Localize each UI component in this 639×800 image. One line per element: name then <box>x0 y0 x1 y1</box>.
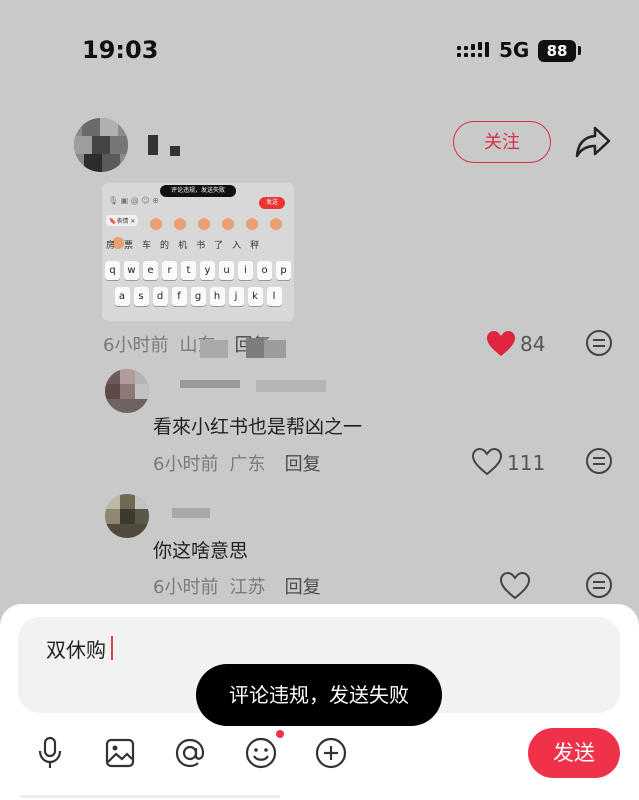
candidate-char: 的 <box>160 241 179 251</box>
send-button[interactable]: 发送 <box>528 728 620 778</box>
network-type: 5G <box>499 38 530 62</box>
comment-input-value[interactable]: 双休购 <box>46 634 106 663</box>
emoji-thumb <box>221 218 234 230</box>
image-icon[interactable] <box>104 737 136 769</box>
post-time: 6小时前 <box>103 335 169 356</box>
candidate-char: 入 <box>232 241 251 251</box>
emoji-thumb <box>269 218 282 230</box>
candidate-char: 车 <box>142 241 161 251</box>
key: f <box>171 287 187 306</box>
follow-button[interactable]: 关注 <box>453 121 551 163</box>
image-keyboard-row-1: q w e r t y u i o p <box>102 261 294 280</box>
image-toolbar: 🎙 ▣ @ ☺ ⊕ <box>108 196 159 205</box>
more-icon[interactable] <box>585 447 613 475</box>
emoji-thumb <box>197 218 210 230</box>
commenter-name-blur <box>180 380 240 388</box>
comment-like-count: 111 <box>507 451 546 475</box>
key: t <box>181 261 196 280</box>
author-name-blur <box>170 146 180 156</box>
heart-icon[interactable] <box>500 572 530 600</box>
post-like-count: 84 <box>520 332 546 356</box>
bottom-divider <box>20 795 280 798</box>
comment-meta: 6小时前 江苏 回复 <box>153 573 321 599</box>
candidate-char: 秤 <box>250 241 269 251</box>
author-avatar[interactable] <box>74 118 128 172</box>
key: h <box>209 287 225 306</box>
image-send-button: 发送 <box>259 197 285 209</box>
candidate-char: 了 <box>214 241 233 251</box>
blur-patch <box>264 340 286 358</box>
emoji-thumb <box>245 218 258 230</box>
emoji-thumb <box>149 218 162 230</box>
key: u <box>219 261 234 280</box>
comment-text: 看來小红书也是帮凶之一 <box>153 416 363 438</box>
key: y <box>200 261 215 280</box>
key: j <box>228 287 244 306</box>
comment-location: 广东 <box>229 454 266 475</box>
key: p <box>276 261 291 280</box>
emoji-thumb <box>173 218 186 230</box>
battery-nub <box>578 46 581 55</box>
image-candidate-bar: 房票车的机书了入秤 <box>106 238 290 251</box>
signal-icon <box>457 42 489 57</box>
key: i <box>238 261 253 280</box>
key: s <box>133 287 149 306</box>
candidate-char: 票 <box>124 241 143 251</box>
key: q <box>105 261 120 280</box>
image-keyboard-row-2: a s d f g h j k l <box>102 287 294 306</box>
key: o <box>257 261 272 280</box>
at-icon[interactable] <box>173 736 207 770</box>
commenter-name-blur <box>256 380 326 392</box>
key: g <box>190 287 206 306</box>
commenter-avatar[interactable] <box>105 369 149 413</box>
key: k <box>247 287 263 306</box>
battery-level: 88 <box>538 40 576 62</box>
emoji-notification-dot <box>276 730 284 738</box>
more-icon[interactable] <box>585 329 613 357</box>
key: d <box>152 287 168 306</box>
comment-time: 6小时前 <box>153 577 219 598</box>
status-time: 19:03 <box>82 36 159 64</box>
candidate-char: 书 <box>196 241 215 251</box>
author-name-blur <box>148 135 158 155</box>
candidate-char: 房 <box>106 241 125 251</box>
blur-patch <box>200 340 228 358</box>
heart-icon[interactable] <box>472 448 502 476</box>
mic-icon[interactable] <box>36 736 64 770</box>
key: a <box>114 287 130 306</box>
comment-reply-button[interactable]: 回复 <box>285 577 321 598</box>
comment-time: 6小时前 <box>153 454 219 475</box>
key: r <box>162 261 177 280</box>
error-toast: 评论违规，发送失败 <box>196 664 442 726</box>
heart-icon[interactable] <box>486 330 516 358</box>
image-chip: 🔖表情 ✕ <box>106 215 139 226</box>
plus-icon[interactable] <box>314 736 348 770</box>
comment-meta: 6小时前 广东 回复 <box>153 450 321 476</box>
comment-image[interactable]: 评论违规，发送失败 🎙 ▣ @ ☺ ⊕ 发送 🔖表情 ✕ 房票车的机书了入秤 q… <box>102 183 294 321</box>
comment-location: 江苏 <box>229 577 266 598</box>
more-icon[interactable] <box>585 571 613 599</box>
key: l <box>266 287 282 306</box>
image-emoji-row: 🔖表情 ✕ <box>106 215 290 249</box>
comment-text: 你这啥意思 <box>153 540 249 562</box>
share-icon[interactable] <box>573 124 613 160</box>
blur-patch <box>246 338 264 358</box>
key: w <box>124 261 139 280</box>
emoji-icon[interactable] <box>244 736 278 770</box>
candidate-char: 机 <box>178 241 197 251</box>
comment-reply-button[interactable]: 回复 <box>285 454 321 475</box>
text-caret <box>111 636 113 660</box>
commenter-name-blur <box>172 508 210 518</box>
commenter-avatar[interactable] <box>105 494 149 538</box>
key: e <box>143 261 158 280</box>
